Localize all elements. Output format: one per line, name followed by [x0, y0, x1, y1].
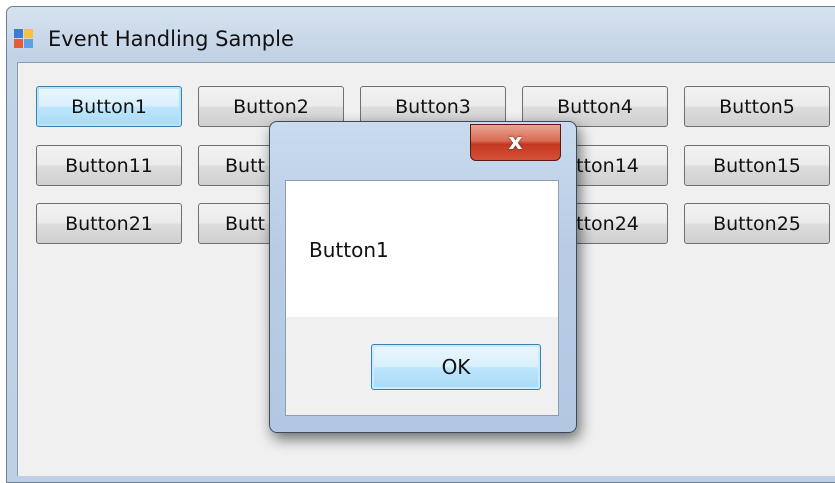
- button-25[interactable]: Button25: [684, 203, 830, 244]
- button-11[interactable]: Button11: [36, 145, 182, 186]
- button-21[interactable]: Button21: [36, 203, 182, 244]
- dialog-client-area: Button1 OK: [285, 180, 559, 416]
- button-1[interactable]: Button1: [36, 86, 182, 127]
- dialog-message: Button1: [309, 238, 389, 262]
- app-icon: [14, 28, 36, 50]
- button-15[interactable]: Button15: [684, 145, 830, 186]
- window-title: Event Handling Sample: [48, 27, 294, 51]
- ok-button[interactable]: OK: [371, 344, 541, 390]
- button-5[interactable]: Button5: [684, 86, 830, 127]
- title-bar[interactable]: Event Handling Sample: [14, 21, 814, 57]
- close-icon: x: [508, 130, 523, 155]
- dialog-message-area: Button1: [286, 181, 558, 317]
- dialog-close-button[interactable]: x: [470, 124, 561, 161]
